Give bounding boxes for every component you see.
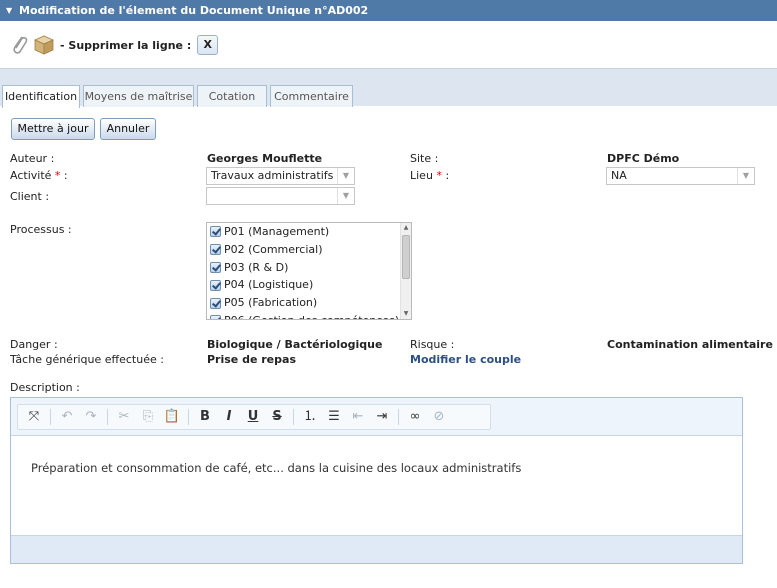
- indent-icon[interactable]: ⇥: [372, 407, 392, 427]
- tab-cotation[interactable]: Cotation: [197, 85, 267, 107]
- cut-icon[interactable]: ✂: [114, 407, 134, 427]
- lieu-select-value: NA: [611, 169, 627, 182]
- outdent-icon[interactable]: ⇤: [348, 407, 368, 427]
- list-item[interactable]: P04 (Logistique): [207, 276, 411, 294]
- list-item[interactable]: P05 (Fabrication): [207, 294, 411, 312]
- required-mark: *: [436, 169, 442, 182]
- description-label: Description :: [10, 381, 80, 394]
- list-item[interactable]: P01 (Management): [207, 223, 411, 241]
- lieu-label-text: Lieu: [410, 169, 433, 182]
- scroll-up-icon[interactable]: ▲: [401, 223, 411, 233]
- client-label: Client :: [10, 190, 50, 203]
- delete-row: - Supprimer la ligne : X: [10, 33, 219, 57]
- list-item-label: P03 (R & D): [224, 260, 289, 274]
- undo-icon[interactable]: ↶: [57, 407, 77, 427]
- risque-label: Risque :: [410, 338, 455, 351]
- cancel-button[interactable]: Annuler: [100, 118, 156, 140]
- list-item-label: P04 (Logistique): [224, 278, 314, 292]
- chevron-down-icon[interactable]: ▼: [337, 168, 354, 184]
- toolbar-separator: [188, 409, 189, 425]
- chevron-down-icon[interactable]: ▼: [337, 188, 354, 204]
- danger-label: Danger :: [10, 338, 58, 351]
- danger-value: Biologique / Bactériologique: [207, 338, 383, 351]
- bold-icon[interactable]: B: [195, 407, 215, 427]
- activite-label: Activité * :: [10, 169, 68, 182]
- copy-icon[interactable]: ⎘: [138, 407, 158, 427]
- editor-toolbar-group: ⤧ ↶ ↷ ✂ ⎘ 📋 B I U S ⒈ ☰ ⇤ ⇥ ∞ ⊘: [17, 404, 491, 430]
- tab-identification[interactable]: Identification: [2, 85, 80, 108]
- activite-select-value: Travaux administratifs: [211, 169, 334, 182]
- checkbox-checked-icon[interactable]: [210, 315, 221, 319]
- checkbox-checked-icon[interactable]: [210, 226, 221, 238]
- modifier-couple-link[interactable]: Modifier le couple: [410, 353, 521, 366]
- delete-line-label: - Supprimer la ligne :: [60, 38, 192, 52]
- client-select[interactable]: ▼: [206, 187, 355, 205]
- toolbar-separator: [50, 409, 51, 425]
- italic-icon[interactable]: I: [219, 407, 239, 427]
- unlink-icon[interactable]: ⊘: [429, 407, 449, 427]
- tache-label: Tâche générique effectuée :: [10, 353, 164, 366]
- delete-line-button[interactable]: X: [197, 35, 219, 55]
- listbox-scrollbar[interactable]: ▲ ▼: [400, 223, 411, 319]
- update-button[interactable]: Mettre à jour: [11, 118, 95, 140]
- activite-select[interactable]: Travaux administratifs ▼: [206, 167, 355, 185]
- editor-toolbar: ⤧ ↶ ↷ ✂ ⎘ 📋 B I U S ⒈ ☰ ⇤ ⇥ ∞ ⊘: [11, 398, 742, 436]
- paste-text-icon[interactable]: 📋: [162, 407, 182, 427]
- editor-footer: [11, 535, 742, 563]
- numbered-list-icon[interactable]: ⒈: [300, 407, 320, 427]
- tab-strip: Identification Moyens de maîtrise Cotati…: [0, 68, 777, 108]
- scroll-down-icon[interactable]: ▼: [401, 309, 411, 319]
- site-value: DPFC Démo: [607, 152, 680, 165]
- window-title: Modification de l'élement du Document Un…: [19, 4, 369, 17]
- underline-icon[interactable]: U: [243, 407, 263, 427]
- auteur-label: Auteur :: [10, 152, 55, 165]
- auteur-value: Georges Mouflette: [207, 152, 323, 165]
- required-mark: *: [54, 169, 61, 182]
- list-item-label: P01 (Management): [224, 225, 330, 238]
- list-item[interactable]: P03 (R & D): [207, 259, 411, 277]
- tab-commentaire[interactable]: Commentaire: [270, 85, 353, 107]
- paperclip-icon[interactable]: [10, 34, 30, 56]
- list-item-label: P05 (Fabrication): [224, 296, 318, 310]
- lieu-select[interactable]: NA ▼: [606, 167, 755, 185]
- checkbox-checked-icon[interactable]: [210, 279, 221, 291]
- archive-box-icon[interactable]: [33, 34, 55, 56]
- list-item-label: P02 (Commercial): [224, 242, 323, 256]
- window-title-bar[interactable]: ▼ Modification de l'élement du Document …: [0, 0, 777, 21]
- link-icon[interactable]: ∞: [405, 407, 425, 427]
- activite-label-text: Activité: [10, 169, 52, 182]
- lieu-label: Lieu * :: [410, 169, 449, 182]
- colon: :: [445, 169, 450, 182]
- toolbar-separator: [398, 409, 399, 425]
- site-label: Site :: [410, 152, 439, 165]
- editor-content[interactable]: Préparation et consommation de café, etc…: [31, 461, 521, 475]
- tab-moyens-de-maitrise[interactable]: Moyens de maîtrise: [83, 85, 194, 107]
- strikethrough-icon[interactable]: S: [267, 407, 287, 427]
- checkbox-checked-icon[interactable]: [210, 297, 221, 309]
- toolbar-separator: [107, 409, 108, 425]
- list-item-label: P06 (Gestion des compétences): [224, 312, 399, 319]
- maximize-icon[interactable]: ⤧: [24, 407, 44, 427]
- description-editor[interactable]: ⤧ ↶ ↷ ✂ ⎘ 📋 B I U S ⒈ ☰ ⇤ ⇥ ∞ ⊘ Préparat…: [10, 397, 743, 564]
- checkbox-checked-icon[interactable]: [210, 244, 221, 256]
- tache-value: Prise de repas: [207, 353, 296, 366]
- risque-value: Contamination alimentaire: [607, 338, 773, 351]
- bulleted-list-icon[interactable]: ☰: [324, 407, 344, 427]
- processus-label: Processus :: [10, 223, 72, 236]
- collapse-triangle-icon[interactable]: ▼: [6, 0, 12, 21]
- toolbar-separator: [293, 409, 294, 425]
- processus-listbox[interactable]: P01 (Management) P02 (Commercial) P03 (R…: [206, 222, 412, 320]
- list-item[interactable]: P02 (Commercial): [207, 241, 411, 259]
- checkbox-checked-icon[interactable]: [210, 261, 221, 273]
- colon: :: [63, 169, 68, 182]
- chevron-down-icon[interactable]: ▼: [737, 168, 754, 184]
- list-item[interactable]: P06 (Gestion des compétences): [207, 312, 411, 319]
- redo-icon[interactable]: ↷: [81, 407, 101, 427]
- scrollbar-thumb[interactable]: [402, 235, 410, 279]
